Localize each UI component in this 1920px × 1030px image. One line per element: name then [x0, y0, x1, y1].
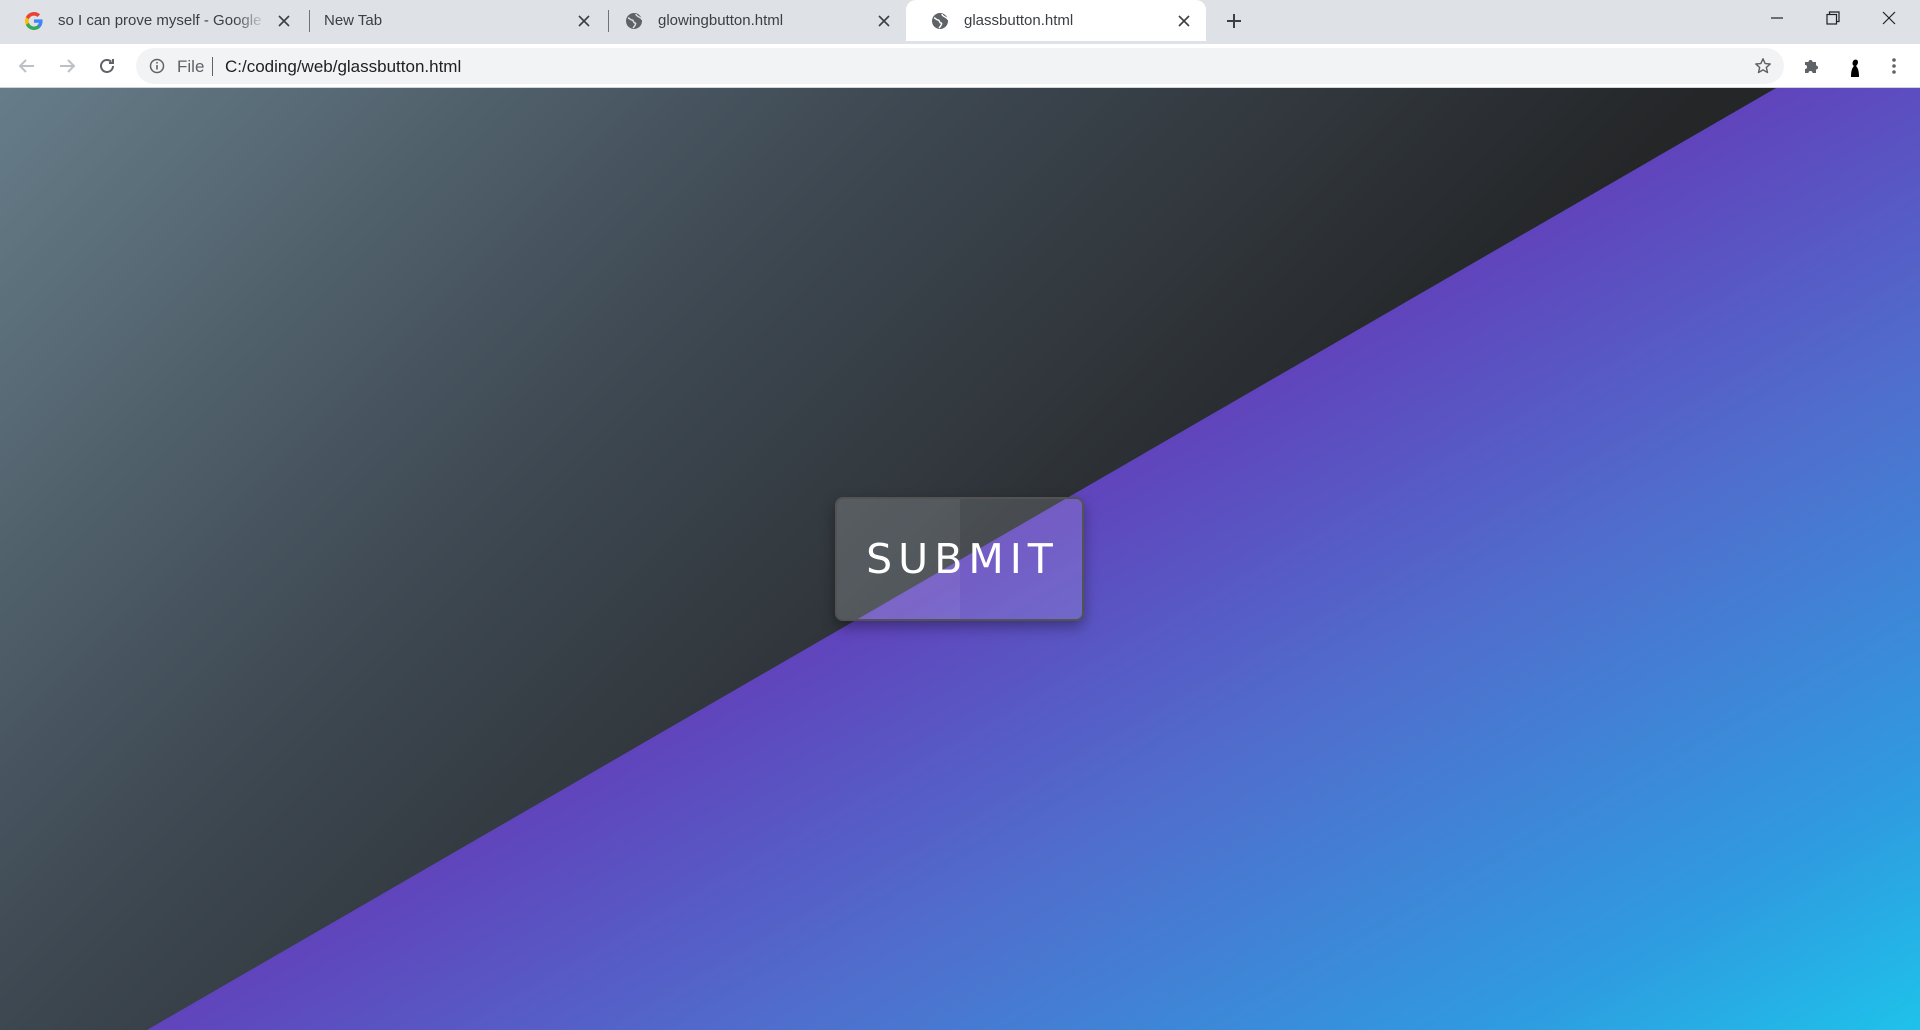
browser-window: so I can prove myself - Google Search Ne…	[0, 0, 1920, 1030]
tab-title: glowingbutton.html	[658, 12, 784, 29]
google-icon	[24, 11, 44, 31]
close-window-button[interactable]	[1861, 0, 1917, 36]
arrow-left-icon	[18, 59, 34, 73]
tab-google-search[interactable]: so I can prove myself - Google Search	[0, 0, 306, 41]
page-viewport: SUBMIT	[0, 88, 1920, 1030]
minimize-button[interactable]	[1749, 0, 1805, 36]
address-bar[interactable]: File C:/coding/web/glassbutton.html	[136, 48, 1784, 84]
reload-icon	[100, 59, 114, 73]
url-divider	[212, 57, 213, 76]
plus-icon	[1227, 14, 1241, 28]
arrow-right-icon	[60, 59, 76, 73]
tab-strip: so I can prove myself - Google Search Ne…	[0, 0, 1920, 44]
tab-title: so I can prove myself - Google Search	[58, 12, 266, 29]
submit-button-label: SUBMIT	[866, 535, 1059, 583]
tab-title: New Tab	[324, 12, 383, 29]
browser-toolbar: File C:/coding/web/glassbutton.html	[0, 44, 1920, 88]
close-icon	[1882, 11, 1896, 25]
close-tab-icon[interactable]	[274, 11, 294, 31]
reload-button[interactable]	[93, 52, 121, 80]
menu-button[interactable]	[1880, 52, 1908, 80]
tab-glassbutton[interactable]: glassbutton.html	[906, 0, 1206, 41]
close-tab-icon[interactable]	[874, 11, 894, 31]
avatar-icon	[1843, 54, 1867, 78]
forward-button[interactable]	[53, 52, 81, 80]
puzzle-icon	[1805, 60, 1818, 73]
restore-icon	[1826, 11, 1840, 25]
profile-avatar[interactable]	[1841, 52, 1869, 80]
url-scheme-label: File	[177, 57, 205, 76]
submit-button[interactable]: SUBMIT	[835, 497, 1084, 621]
globe-icon	[930, 11, 950, 31]
new-tab-button[interactable]	[1221, 8, 1247, 34]
tab-glowingbutton[interactable]: glowingbutton.html	[600, 0, 906, 41]
globe-icon	[624, 11, 644, 31]
extensions-button[interactable]	[1798, 52, 1826, 80]
info-icon[interactable]	[148, 57, 166, 75]
back-button[interactable]	[13, 52, 41, 80]
bookmark-star-icon[interactable]	[1752, 55, 1774, 77]
close-tab-icon[interactable]	[1174, 11, 1194, 31]
minimize-icon	[1771, 17, 1783, 19]
url-text[interactable]: C:/coding/web/glassbutton.html	[225, 57, 461, 77]
tab-new-tab[interactable]: New Tab	[300, 0, 606, 41]
close-tab-icon[interactable]	[574, 11, 594, 31]
kebab-menu-icon	[1892, 58, 1896, 74]
restore-button[interactable]	[1805, 0, 1861, 36]
tab-title: glassbutton.html	[964, 12, 1074, 29]
